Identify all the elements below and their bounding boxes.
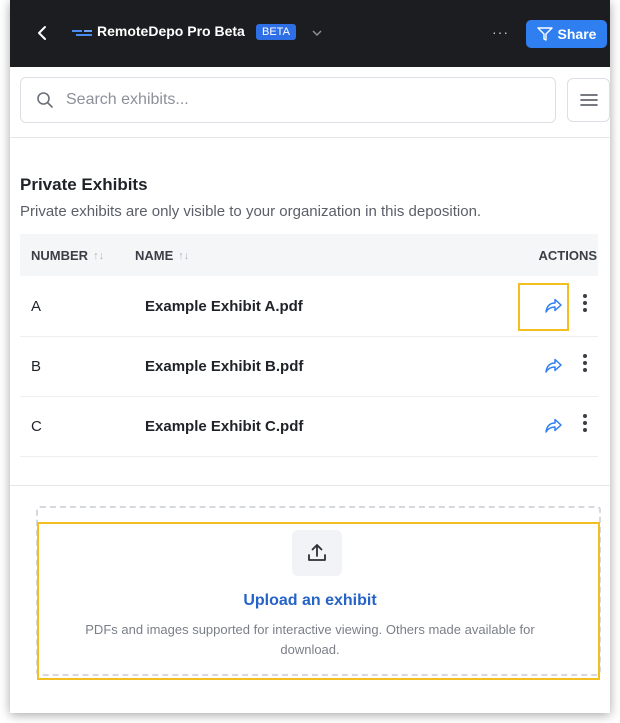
search-row [10,67,610,138]
column-label-name: NAME [135,248,174,263]
section-description: Private exhibits are only visible to you… [20,203,482,220]
exhibit-name[interactable]: Example Exhibit B.pdf [145,358,303,375]
hamburger-menu-icon [579,94,598,106]
upload-icon [308,544,326,561]
section-title: Private Exhibits [20,175,148,194]
share-icon [536,27,553,41]
beta-badge: BETA [256,24,296,40]
column-header-actions: ACTIONS [538,248,598,263]
top-bar: RemoteDepo Pro Beta BETA ··· Share [10,0,610,67]
app-logo-icon [72,30,92,36]
upload-description: PDFs and images supported for interactiv… [85,622,535,657]
sort-icon[interactable]: ↑↓ [178,250,189,262]
kebab-menu-icon[interactable] [582,413,588,433]
chevron-down-icon[interactable] [310,26,324,40]
table-row[interactable]: B Example Exhibit B.pdf [20,336,598,397]
app-title[interactable]: RemoteDepo Pro Beta [97,23,245,39]
share-label: Share [557,26,597,42]
search-box[interactable] [20,77,556,123]
more-options-button[interactable]: ··· [492,24,509,40]
highlight-box-share-action [518,283,569,331]
column-label-number: NUMBER [31,248,89,263]
exhibit-name[interactable]: Example Exhibit A.pdf [145,298,303,315]
sort-icon[interactable]: ↑↓ [93,250,104,262]
exhibit-number: B [31,358,42,375]
app-frame: RemoteDepo Pro Beta BETA ··· Share Searc… [10,0,610,713]
upload-button[interactable] [292,530,342,576]
upload-title[interactable]: Upload an exhibit [10,592,610,610]
column-header-number[interactable]: NUMBER ↑↓ [31,248,104,263]
menu-button[interactable] [567,78,610,122]
search-input[interactable] [64,90,528,110]
divider [10,485,610,486]
exhibit-number: C [31,418,42,435]
forward-arrow-icon[interactable] [543,416,563,436]
exhibit-number: A [31,298,42,315]
table-row[interactable]: A Example Exhibit A.pdf [20,276,598,337]
exhibit-name[interactable]: Example Exhibit C.pdf [145,418,303,435]
table-header: NUMBER ↑↓ NAME ↑↓ ACTIONS [20,234,598,276]
column-header-name[interactable]: NAME ↑↓ [135,248,189,263]
kebab-menu-icon[interactable] [582,353,588,373]
kebab-menu-icon[interactable] [582,293,588,313]
chevron-left-icon[interactable] [32,22,52,44]
table-row[interactable]: C Example Exhibit C.pdf [20,396,598,457]
forward-arrow-icon[interactable] [543,356,563,376]
search-icon [37,92,53,108]
share-button[interactable]: Share [526,20,607,48]
